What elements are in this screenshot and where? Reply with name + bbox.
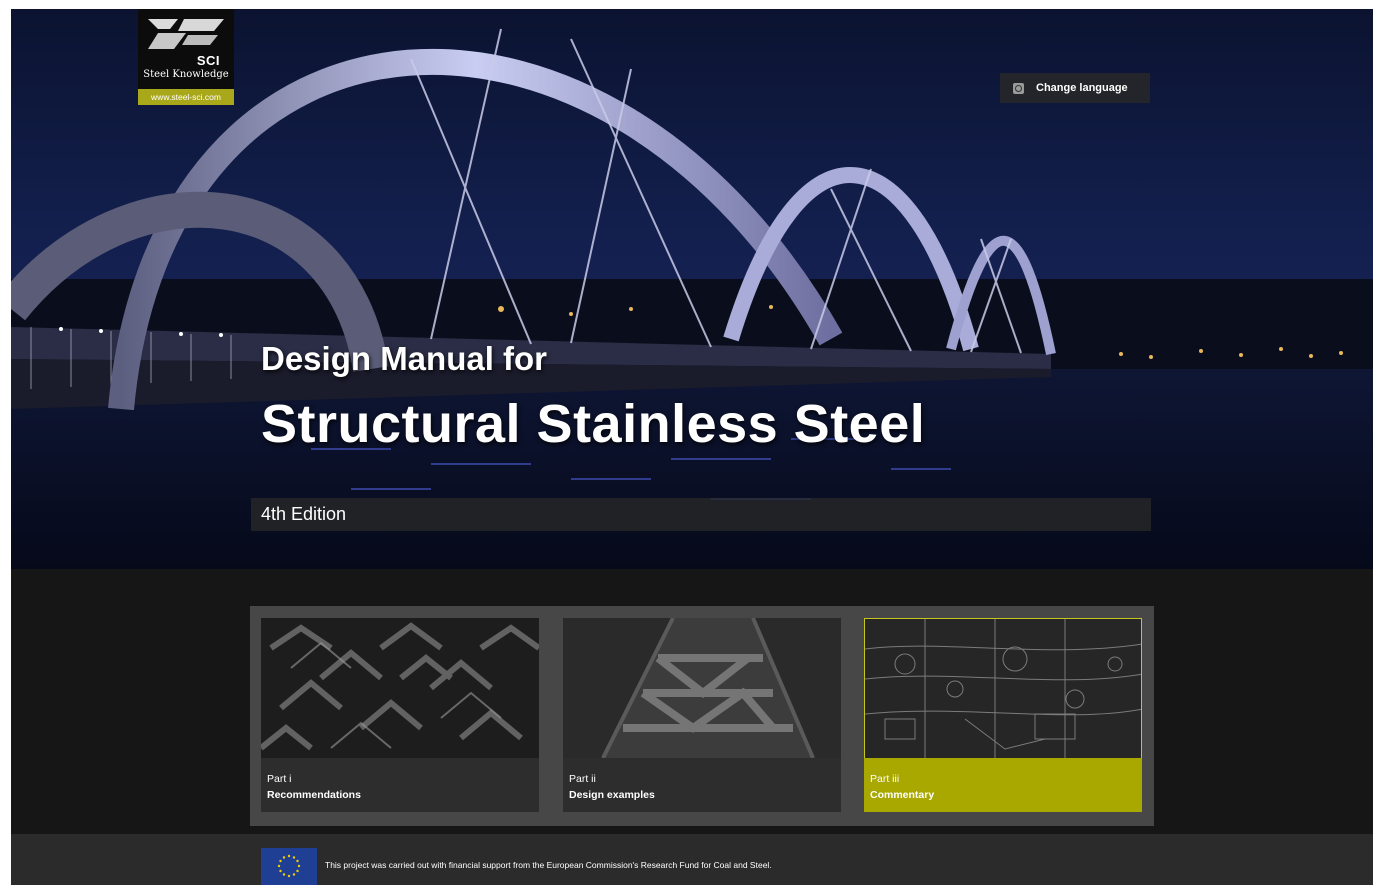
edition-label: 4th Edition	[251, 498, 1151, 531]
title-line-1: Design Manual for	[261, 340, 548, 377]
logo-tagline: Steel Knowledge	[143, 69, 229, 80]
eu-flag-icon	[261, 848, 317, 885]
footer-funding-text: This project was carried out with financ…	[325, 860, 772, 870]
card-part-label: Part iii	[870, 773, 900, 785]
card-part-i[interactable]: Part i Recommendations	[261, 618, 539, 812]
change-language-button[interactable]: Change language	[1000, 73, 1150, 103]
logo-sci-text: SCI	[196, 53, 220, 68]
recommendations-thumbnail	[261, 618, 539, 758]
card-part-iii[interactable]: Part iii Commentary	[864, 618, 1142, 812]
card-title: Design examples	[569, 789, 655, 801]
sci-logo[interactable]: SCI Steel Knowledge www.steel-sci.com	[138, 9, 234, 105]
card-title: Recommendations	[267, 789, 361, 801]
parts-panel: Part i Recommendations Part ii Design ex…	[250, 606, 1154, 826]
sci-logo-icon: SCI Steel Knowledge	[138, 9, 234, 89]
card-title: Commentary	[870, 789, 935, 801]
title-line-2: Structural Stainless Steel	[261, 394, 926, 454]
page-frame: SCI Steel Knowledge www.steel-sci.com Ch…	[11, 9, 1373, 885]
card-part-label: Part ii	[569, 773, 596, 785]
globe-icon	[1013, 82, 1024, 94]
logo-url-link[interactable]: www.steel-sci.com	[138, 89, 234, 105]
change-language-label: Change language	[1036, 82, 1128, 94]
design-examples-thumbnail	[563, 618, 841, 758]
hero-banner: SCI Steel Knowledge www.steel-sci.com Ch…	[11, 9, 1373, 569]
card-part-label: Part i	[267, 773, 292, 785]
footer: This project was carried out with financ…	[11, 834, 1373, 885]
card-part-ii[interactable]: Part ii Design examples	[563, 618, 841, 812]
commentary-thumbnail	[864, 618, 1142, 758]
